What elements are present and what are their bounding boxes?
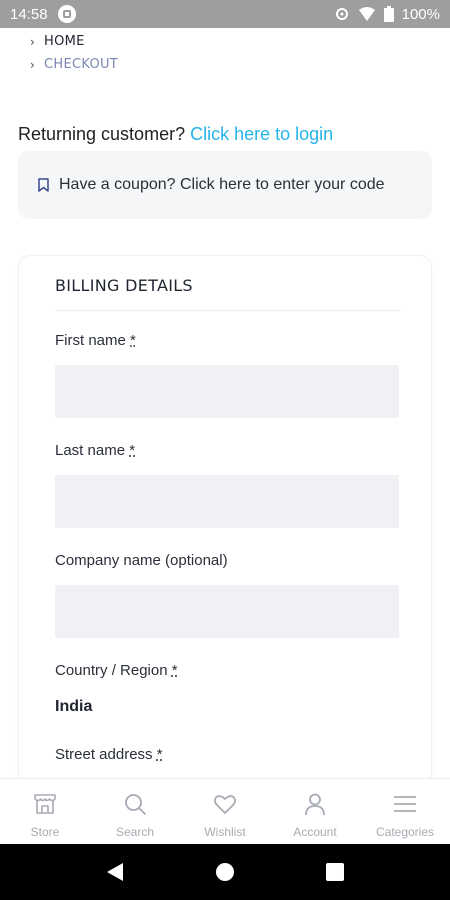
battery-icon	[383, 6, 394, 22]
breadcrumb: › HOME › CHECKOUT	[30, 30, 118, 76]
required-mark: *	[156, 746, 163, 763]
nav-store[interactable]: Store	[0, 779, 90, 844]
recents-button[interactable]	[315, 852, 355, 892]
user-icon	[305, 793, 325, 816]
first-name-label-text: First name	[55, 332, 131, 349]
nav-wishlist-label: Wishlist	[204, 825, 246, 839]
nav-categories-label: Categories	[375, 825, 435, 839]
back-button[interactable]	[95, 852, 135, 892]
home-circle-icon	[216, 863, 234, 881]
breadcrumb-checkout-label: CHECKOUT	[44, 57, 119, 72]
chevron-right-icon: ›	[30, 57, 36, 72]
last-name-label: Last name *	[55, 442, 135, 459]
search-icon	[125, 794, 146, 815]
nav-store-label: Store	[30, 825, 60, 839]
coupon-text: Have a coupon? Click here to enter your …	[59, 176, 385, 193]
company-name-label: Company name (optional)	[55, 552, 228, 569]
country-value[interactable]: India	[55, 698, 92, 716]
store-icon	[34, 794, 56, 814]
wifi-icon	[358, 7, 375, 21]
nav-search-label: Search	[115, 825, 155, 839]
billing-details-card: BILLING DETAILS First name * Last name *…	[18, 255, 432, 785]
chevron-right-icon: ›	[30, 34, 36, 49]
required-mark: *	[129, 442, 136, 459]
system-nav-bar	[0, 844, 450, 900]
coupon-notice[interactable]: Have a coupon? Click here to enter your …	[18, 151, 432, 219]
required-mark: *	[171, 662, 178, 679]
breadcrumb-home-label: HOME	[44, 34, 85, 49]
first-name-label: First name *	[55, 332, 136, 349]
bookmark-icon	[38, 178, 49, 192]
status-bar: 14:58 100%	[0, 0, 450, 28]
street-address-label-text: Street address	[55, 746, 157, 763]
heart-icon	[213, 795, 237, 814]
nav-search[interactable]: Search	[90, 779, 180, 844]
breadcrumb-home[interactable]: › HOME	[30, 30, 118, 53]
nav-account[interactable]: Account	[270, 779, 360, 844]
nav-account-label: Account	[293, 825, 337, 839]
app-notification-icon	[57, 5, 76, 23]
home-button[interactable]	[205, 852, 245, 892]
recents-square-icon	[326, 863, 344, 881]
nav-wishlist[interactable]: Wishlist	[180, 779, 270, 844]
returning-customer-text: Returning customer?	[18, 124, 191, 144]
battery-percent: 100%	[401, 5, 440, 23]
divider	[55, 310, 401, 311]
back-triangle-icon	[107, 863, 123, 881]
login-link[interactable]: Click here to login	[190, 124, 333, 144]
last-name-label-text: Last name	[55, 442, 130, 459]
status-time: 14:58	[10, 5, 48, 23]
bottom-nav: Store Search Wishlist Account Categories	[0, 778, 450, 844]
first-name-input[interactable]	[55, 365, 399, 418]
country-label: Country / Region *	[55, 662, 178, 679]
required-mark: *	[130, 332, 136, 349]
data-saver-icon	[335, 8, 348, 20]
billing-details-title: BILLING DETAILS	[55, 276, 193, 295]
country-label-text: Country / Region	[55, 662, 172, 679]
nav-categories[interactable]: Categories	[360, 779, 450, 844]
breadcrumb-checkout: › CHECKOUT	[30, 53, 118, 76]
street-address-label: Street address *	[55, 746, 163, 763]
menu-icon	[394, 796, 416, 812]
returning-customer-notice: Returning customer? Click here to login	[18, 124, 333, 145]
company-name-input[interactable]	[55, 585, 399, 638]
last-name-input[interactable]	[55, 475, 399, 528]
